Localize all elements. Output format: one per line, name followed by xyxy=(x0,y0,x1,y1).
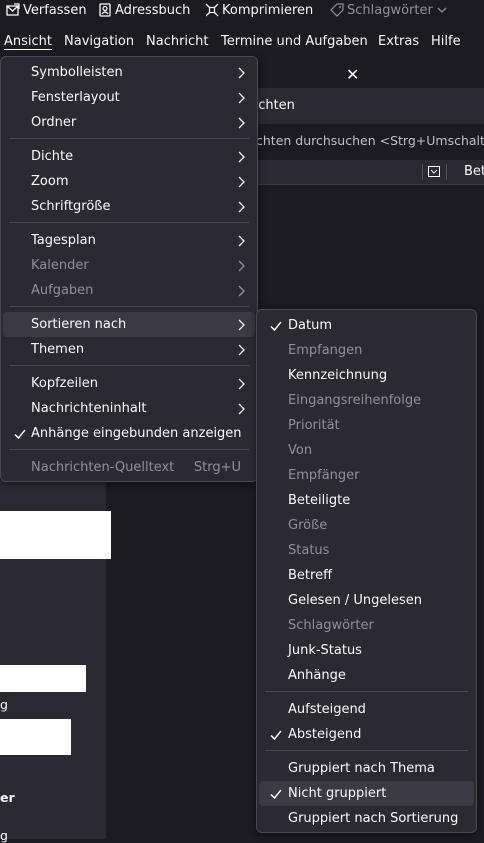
sort-item-subject[interactable]: Betreff xyxy=(257,563,476,588)
main-toolbar: Verfassen Adressbuch Komprimieren Schlag… xyxy=(0,0,484,22)
sort-item-attachments[interactable]: Anhänge xyxy=(257,663,476,688)
redacted-block xyxy=(0,511,111,559)
column-separator xyxy=(422,164,423,180)
menu-separator xyxy=(9,449,249,450)
menu-item-today[interactable]: Tagesplan xyxy=(1,228,257,253)
menu-separator xyxy=(9,365,249,366)
menu-item-threads[interactable]: Themen xyxy=(1,337,257,362)
close-tab-icon[interactable]: ✕ xyxy=(346,65,359,84)
compact-icon xyxy=(205,3,219,17)
chevron-right-icon xyxy=(238,176,245,187)
menu-item-tasks[interactable]: Aufgaben xyxy=(1,278,257,303)
chevron-right-icon xyxy=(238,260,245,271)
addressbook-button[interactable]: Adressbuch xyxy=(98,1,190,19)
addressbook-label: Adressbuch xyxy=(115,2,191,18)
sort-item-not-grouped[interactable]: Nicht gruppiert xyxy=(259,781,474,806)
sort-item-status[interactable]: Status xyxy=(257,538,476,563)
sort-item-from[interactable]: Von xyxy=(257,438,476,463)
chevron-right-icon xyxy=(238,344,245,355)
folder-header: hrichten xyxy=(240,88,484,124)
chevron-right-icon xyxy=(238,117,245,128)
folder-text: g xyxy=(0,697,8,712)
chevron-right-icon xyxy=(238,67,245,78)
chevron-right-icon xyxy=(238,285,245,296)
column-header-row: Bet xyxy=(240,160,484,185)
menu-separator xyxy=(9,138,249,139)
menu-view[interactable]: Ansicht xyxy=(4,34,53,50)
menu-separator xyxy=(9,306,249,307)
chevron-right-icon xyxy=(238,319,245,330)
compact-button[interactable]: Komprimieren xyxy=(205,1,313,19)
menu-extras[interactable]: Extras xyxy=(378,34,419,49)
search-placeholder: chten durchsuchen <Strg+Umschalt+ xyxy=(256,133,484,148)
addressbook-icon xyxy=(99,3,111,17)
compose-label: Verfassen xyxy=(23,2,87,18)
chevron-right-icon xyxy=(238,151,245,162)
sort-item-tags[interactable]: Schlagwörter xyxy=(257,613,476,638)
sort-item-date[interactable]: Datum xyxy=(257,313,476,338)
sort-item-received[interactable]: Empfangen xyxy=(257,338,476,363)
chevron-down-icon xyxy=(437,7,447,13)
view-menu: Symbolleisten Fensterlayout Ordner Dicht… xyxy=(0,56,258,482)
menu-item-headers[interactable]: Kopfzeilen xyxy=(1,371,257,396)
redacted-block xyxy=(0,719,71,755)
menu-navigation[interactable]: Navigation xyxy=(64,34,134,49)
menu-separator xyxy=(265,691,468,692)
menubar: Ansicht Navigation Nachricht Termine und… xyxy=(0,31,484,55)
tags-label: Schlagwörter xyxy=(347,2,433,18)
menu-events[interactable]: Termine und Aufgaben xyxy=(221,34,368,49)
menu-item-fontsize[interactable]: Schriftgröße xyxy=(1,194,257,219)
tag-icon xyxy=(330,3,344,17)
menu-item-source[interactable]: Nachrichten-Quelltext Strg+U xyxy=(1,455,257,480)
menu-item-folders[interactable]: Ordner xyxy=(1,110,257,135)
folder-text: er xyxy=(0,790,15,805)
sort-item-junk[interactable]: Junk-Status xyxy=(257,638,476,663)
sort-item-priority[interactable]: Priorität xyxy=(257,413,476,438)
sort-item-read[interactable]: Gelesen / Ungelesen xyxy=(257,588,476,613)
sort-item-ascending[interactable]: Aufsteigend xyxy=(257,697,476,722)
compact-label: Komprimieren xyxy=(222,2,314,18)
sort-submenu: Datum Empfangen Kennzeichnung Eingangsre… xyxy=(256,309,477,833)
tags-button[interactable]: Schlagwörter xyxy=(330,1,447,19)
sort-item-grouped-sort[interactable]: Gruppiert nach Sortierung xyxy=(257,806,476,831)
chevron-right-icon xyxy=(238,201,245,212)
shortcut-label: Strg+U xyxy=(193,460,241,475)
sort-item-size[interactable]: Größe xyxy=(257,513,476,538)
menu-separator xyxy=(9,222,249,223)
menu-separator xyxy=(265,750,468,751)
menu-item-body[interactable]: Nachrichteninhalt xyxy=(1,396,257,421)
redacted-block xyxy=(0,665,86,692)
menu-item-toolbars[interactable]: Symbolleisten xyxy=(1,60,257,85)
sort-item-descending[interactable]: Absteigend xyxy=(257,722,476,747)
checkmark-icon xyxy=(14,429,26,439)
menu-item-attachments-inline[interactable]: Anhänge eingebunden anzeigen xyxy=(1,421,257,446)
sort-item-correspondents[interactable]: Beteiligte xyxy=(257,488,476,513)
menu-item-zoom[interactable]: Zoom xyxy=(1,169,257,194)
menu-item-density[interactable]: Dichte xyxy=(1,144,257,169)
sort-item-grouped-thread[interactable]: Gruppiert nach Thema xyxy=(257,756,476,781)
sort-item-recipient[interactable]: Empfänger xyxy=(257,463,476,488)
menu-item-sort-by[interactable]: Sortieren nach xyxy=(3,312,255,337)
sort-item-order-received[interactable]: Eingangsreihenfolge xyxy=(257,388,476,413)
column-separator xyxy=(446,164,447,180)
menu-item-calendar[interactable]: Kalender xyxy=(1,253,257,278)
checkmark-icon xyxy=(270,789,282,799)
compose-icon xyxy=(6,3,20,16)
chevron-right-icon xyxy=(238,378,245,389)
chevron-right-icon xyxy=(238,92,245,103)
column-picker-icon[interactable] xyxy=(428,166,440,177)
checkmark-icon xyxy=(270,321,282,331)
compose-button[interactable]: Verfassen xyxy=(6,1,87,19)
sort-item-flag[interactable]: Kennzeichnung xyxy=(257,363,476,388)
chevron-right-icon xyxy=(238,403,245,414)
menu-help[interactable]: Hilfe xyxy=(431,34,461,49)
menu-message[interactable]: Nachricht xyxy=(146,34,209,49)
search-input[interactable]: chten durchsuchen <Strg+Umschalt+ xyxy=(240,130,484,152)
folder-text: g xyxy=(0,828,8,843)
checkmark-icon xyxy=(270,730,282,740)
menu-item-layout[interactable]: Fensterlayout xyxy=(1,85,257,110)
chevron-right-icon xyxy=(238,235,245,246)
column-subject[interactable]: Bet xyxy=(464,164,484,179)
